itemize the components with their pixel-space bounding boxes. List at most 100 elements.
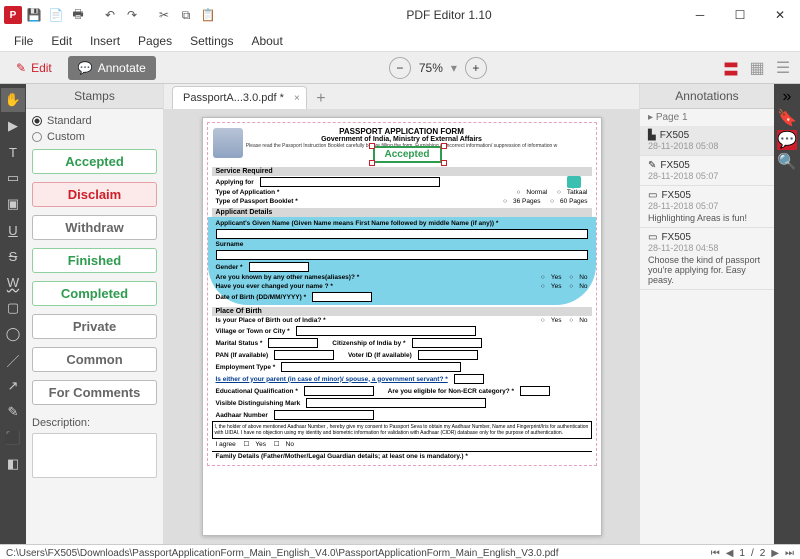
tool-note-icon[interactable]: ▭ <box>1 166 25 190</box>
annotation-item[interactable]: ▙FX505 28-11-2018 05:08 <box>640 126 774 156</box>
view-continuous-icon[interactable]: ☰ <box>772 57 794 79</box>
menubar: File Edit Insert Pages Settings About <box>0 30 800 52</box>
redo-icon[interactable]: ↷ <box>122 5 142 25</box>
r-search-icon[interactable]: 🔍 <box>777 152 797 172</box>
pdf-page[interactable]: PASSPORT APPLICATION FORM Government of … <box>202 117 602 536</box>
pencil-icon: ✎ <box>16 61 26 75</box>
minimize-button[interactable]: ─ <box>680 0 720 30</box>
undo-icon[interactable]: ↶ <box>100 5 120 25</box>
app-title: PDF Editor 1.10 <box>218 8 680 22</box>
r-bookmark-icon[interactable]: 🔖 <box>777 108 797 128</box>
tool-pencil-icon[interactable]: ✎ <box>1 400 25 424</box>
stamp-completed[interactable]: Completed <box>32 281 157 306</box>
menu-insert[interactable]: Insert <box>82 32 128 50</box>
document-tab[interactable]: PassportA...3.0.pdf * × <box>172 86 307 109</box>
radio-standard[interactable]: Standard <box>32 115 157 127</box>
menu-edit[interactable]: Edit <box>43 32 80 50</box>
annotation-item[interactable]: ▭FX505 28-11-2018 05:07 Highlighting Are… <box>640 186 774 228</box>
pencil-glyph-icon: ✎ <box>648 160 656 171</box>
left-tool-rail: ✋ ▶ T ▭ ▣ U S W ▢ ◯ ／ ↗ ✎ ⬛ ◧ <box>0 84 26 544</box>
copy-icon[interactable]: ⧉ <box>176 5 196 25</box>
cut-icon[interactable]: ✂ <box>154 5 174 25</box>
menu-settings[interactable]: Settings <box>182 32 241 50</box>
zoom-chevron-icon[interactable]: ▾ <box>451 61 457 75</box>
stamp-finished[interactable]: Finished <box>32 248 157 273</box>
menu-about[interactable]: About <box>243 32 290 50</box>
page-current[interactable]: 1 <box>739 548 745 559</box>
status-path: C:\Users\FX505\Downloads\PassportApplica… <box>6 548 559 559</box>
stamp-for-comments[interactable]: For Comments <box>32 380 157 405</box>
right-tool-rail: » 🔖 💬 🔍 <box>774 84 800 544</box>
zoom-in[interactable]: + <box>465 57 487 79</box>
workspace: ✋ ▶ T ▭ ▣ U S W ▢ ◯ ／ ↗ ✎ ⬛ ◧ Stamps Sta… <box>0 84 800 544</box>
tool-stamp-icon[interactable]: ▣ <box>1 192 25 216</box>
stamp-disclaim[interactable]: Disclaim <box>32 182 157 207</box>
description-input[interactable] <box>32 433 157 478</box>
tool-strike-icon[interactable]: S <box>1 244 25 268</box>
mode-annotate[interactable]: 💬 Annotate <box>68 56 156 80</box>
modebar: ✎ Edit 💬 Annotate − 75% ▾ + 〓 ▦ ☰ <box>0 52 800 84</box>
page-total: 2 <box>760 548 766 559</box>
tool-circle-icon[interactable]: ◯ <box>1 322 25 346</box>
open-icon[interactable]: 📄 <box>46 5 66 25</box>
print-icon[interactable]: 🖶 <box>68 5 88 25</box>
stamp-accepted[interactable]: Accepted <box>32 149 157 174</box>
note-glyph-icon: ▭ <box>648 190 657 201</box>
r-comments-icon[interactable]: 💬 <box>777 130 797 150</box>
emblem-image <box>213 128 243 158</box>
annotations-title: Annotations <box>640 84 774 109</box>
description-label: Description: <box>32 417 157 429</box>
stamp-glyph-icon: ▙ <box>648 130 656 141</box>
tool-arrow-icon[interactable]: ↗ <box>1 374 25 398</box>
tab-add-icon[interactable]: + <box>311 89 331 109</box>
tool-eraser-icon[interactable]: ◧ <box>1 452 25 476</box>
tool-rect-icon[interactable]: ▢ <box>1 296 25 320</box>
sticky-note-icon[interactable] <box>567 176 581 188</box>
page-prev-icon[interactable]: ◀ <box>726 548 734 559</box>
statusbar: C:\Users\FX505\Downloads\PassportApplica… <box>0 544 800 559</box>
mode-edit[interactable]: ✎ Edit <box>6 56 62 80</box>
zoom-out[interactable]: − <box>389 57 411 79</box>
tool-wavy-icon[interactable]: W <box>1 270 25 294</box>
tool-hand-icon[interactable]: ✋ <box>1 88 25 112</box>
stamp-private[interactable]: Private <box>32 314 157 339</box>
menu-file[interactable]: File <box>6 32 41 50</box>
titlebar: P 💾 📄 🖶 ↶ ↷ ✂ ⧉ 📋 PDF Editor 1.10 ─ ☐ ✕ <box>0 0 800 30</box>
close-button[interactable]: ✕ <box>760 0 800 30</box>
menu-pages[interactable]: Pages <box>130 32 180 50</box>
zoom-value[interactable]: 75% <box>419 61 443 75</box>
selection-handle[interactable] <box>369 160 375 166</box>
view-single-icon[interactable]: 〓 <box>720 57 742 79</box>
paste-icon[interactable]: 📋 <box>198 5 218 25</box>
annotation-item[interactable]: ▭FX505 28-11-2018 04:58 Choose the kind … <box>640 228 774 290</box>
selection-handle[interactable] <box>441 143 447 149</box>
annotation-item[interactable]: ✎FX505 28-11-2018 05:07 <box>640 156 774 186</box>
stamps-title: Stamps <box>26 84 163 109</box>
tool-line-icon[interactable]: ／ <box>1 348 25 372</box>
maximize-button[interactable]: ☐ <box>720 0 760 30</box>
annotations-panel: Annotations ▸ Page 1 ▙FX505 28-11-2018 0… <box>639 84 774 544</box>
view-grid-icon[interactable]: ▦ <box>746 57 768 79</box>
page-first-icon[interactable]: ⏮ <box>711 548 720 559</box>
tool-underline-icon[interactable]: U <box>1 218 25 242</box>
tab-close-icon[interactable]: × <box>294 93 300 104</box>
radio-custom[interactable]: Custom <box>32 131 157 143</box>
selection-handle[interactable] <box>441 160 447 166</box>
tool-text-icon[interactable]: T <box>1 140 25 164</box>
tab-row: PassportA...3.0.pdf * × + <box>164 84 639 109</box>
placed-stamp[interactable]: Accepted <box>373 146 442 163</box>
stamps-panel: Stamps Standard Custom Accepted Disclaim… <box>26 84 164 544</box>
selection-handle[interactable] <box>369 143 375 149</box>
stamp-withdraw[interactable]: Withdraw <box>32 215 157 240</box>
highlighted-area[interactable]: Applicant's Given Name (Given Name means… <box>208 217 596 305</box>
r-nav-icon[interactable]: » <box>783 88 792 106</box>
annotations-page-label[interactable]: ▸ Page 1 <box>640 109 774 126</box>
note-glyph-icon: ▭ <box>648 232 657 243</box>
tool-highlight-icon[interactable]: ⬛ <box>1 426 25 450</box>
comment-icon: 💬 <box>78 61 93 75</box>
tool-cursor-icon[interactable]: ▶ <box>1 114 25 138</box>
save-icon[interactable]: 💾 <box>24 5 44 25</box>
stamp-common[interactable]: Common <box>32 347 157 372</box>
page-last-icon[interactable]: ⏭ <box>785 548 794 559</box>
page-next-icon[interactable]: ▶ <box>771 548 779 559</box>
